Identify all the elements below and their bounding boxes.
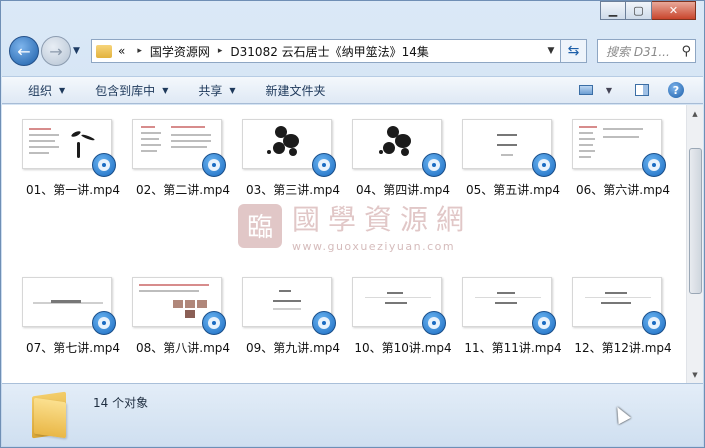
file-name: 09、第九讲.mp4: [245, 341, 341, 355]
mouse-cursor-icon: [611, 403, 631, 425]
chevron-down-icon: ▼: [59, 85, 66, 95]
file-name: 07、第七讲.mp4: [25, 341, 121, 355]
change-view-button[interactable]: [571, 85, 601, 95]
file-view[interactable]: 臨 國學資源網 www.guoxueziyuan.com 01、第一讲.mp4: [2, 105, 703, 383]
media-player-icon: [422, 153, 446, 177]
include-library-label: 包含到库中: [95, 83, 156, 98]
maximize-icon[interactable]: ▢: [626, 1, 652, 20]
watermark-url: www.guoxueziyuan.com: [292, 240, 456, 253]
details-pane: 14 个对象: [2, 383, 703, 446]
breadcrumb-separator-icon: ▸: [217, 46, 223, 56]
include-library-button[interactable]: 包含到库中 ▼: [95, 82, 168, 99]
help-button[interactable]: ?: [661, 82, 691, 98]
minimize-icon[interactable]: ▁: [600, 1, 626, 20]
search-input[interactable]: 搜索 D31... ⚲: [597, 39, 696, 63]
search-placeholder: 搜索 D31...: [606, 44, 670, 59]
media-player-icon: [312, 311, 336, 335]
media-player-icon: [422, 311, 446, 335]
media-player-icon: [92, 311, 116, 335]
breadcrumb-item[interactable]: D31082 云石居士《纳甲筮法》14集: [230, 43, 429, 60]
view-icon: [579, 85, 593, 95]
watermark-title: 國學資源網: [292, 203, 473, 236]
media-player-icon: [532, 311, 556, 335]
media-player-icon: [202, 153, 226, 177]
address-bar[interactable]: « ▸ 国学资源网 ▸ D31082 云石居士《纳甲筮法》14集 ▼: [91, 39, 561, 63]
media-player-icon: [92, 153, 116, 177]
folder-icon: [30, 390, 68, 439]
file-name: 05、第五讲.mp4: [465, 183, 561, 197]
forward-arrow-icon[interactable]: →: [41, 36, 71, 66]
refresh-icon[interactable]: ⇆: [561, 39, 587, 63]
chevron-down-icon: ▼: [229, 85, 236, 95]
media-player-icon: [642, 311, 666, 335]
preview-pane-button[interactable]: [627, 84, 657, 96]
new-folder-label: 新建文件夹: [265, 83, 326, 98]
help-icon: ?: [668, 82, 684, 98]
organize-label: 组织: [28, 83, 53, 98]
back-arrow-icon[interactable]: ←: [9, 36, 39, 66]
file-name: 02、第二讲.mp4: [135, 183, 231, 197]
folder-icon: [96, 44, 112, 58]
file-name: 12、第12讲.mp4: [574, 341, 672, 355]
explorer-window: ▁ ▢ ✕ ← → ▼ « ▸ 国学资源网 ▸ D31082 云石居士《纳甲筮法…: [0, 0, 705, 448]
file-name: 06、第六讲.mp4: [575, 183, 671, 197]
file-name: 10、第10讲.mp4: [354, 341, 452, 355]
search-icon[interactable]: ⚲: [681, 44, 691, 59]
vertical-scrollbar[interactable]: ▲ ▼: [686, 105, 703, 383]
file-name: 01、第一讲.mp4: [25, 183, 121, 197]
file-name: 11、第11讲.mp4: [464, 341, 562, 355]
scroll-up-icon[interactable]: ▲: [687, 105, 703, 122]
scroll-down-icon[interactable]: ▼: [687, 366, 703, 383]
close-icon[interactable]: ✕: [652, 1, 696, 20]
organize-button[interactable]: 组织 ▼: [28, 82, 65, 99]
view-dropdown-icon[interactable]: ▼: [601, 86, 617, 95]
chevron-down-icon: ▼: [162, 85, 169, 95]
watermark-logo: 臨: [238, 203, 282, 248]
file-name: 08、第八讲.mp4: [135, 341, 231, 355]
new-folder-button[interactable]: 新建文件夹: [266, 82, 326, 99]
share-button[interactable]: 共享 ▼: [198, 82, 235, 99]
media-player-icon: [532, 153, 556, 177]
scrollbar-thumb[interactable]: [689, 148, 702, 294]
watermark: 臨 國學資源網 www.guoxueziyuan.com: [238, 198, 472, 253]
navigation-bar: ← → ▼ « ▸ 国学资源网 ▸ D31082 云石居士《纳甲筮法》14集 ▼…: [9, 35, 696, 67]
preview-pane-icon: [635, 84, 649, 96]
breadcrumb-overflow[interactable]: «: [118, 44, 125, 58]
file-name: 04、第四讲.mp4: [355, 183, 451, 197]
breadcrumb-separator-icon: ▸: [137, 46, 142, 56]
media-player-icon: [312, 153, 336, 177]
file-name: 03、第三讲.mp4: [245, 183, 341, 197]
breadcrumb-item[interactable]: 国学资源网: [150, 43, 210, 60]
command-bar: 组织 ▼ 包含到库中 ▼ 共享 ▼ 新建文件夹 ▼ ?: [2, 76, 703, 104]
item-count: 14 个对象: [93, 396, 149, 410]
media-player-icon: [642, 153, 666, 177]
caption-buttons: ▁ ▢ ✕: [600, 1, 696, 20]
address-dropdown-icon[interactable]: ▼: [542, 46, 560, 56]
share-label: 共享: [198, 83, 223, 98]
chevron-down-icon[interactable]: ▼: [73, 46, 85, 56]
media-player-icon: [202, 311, 226, 335]
